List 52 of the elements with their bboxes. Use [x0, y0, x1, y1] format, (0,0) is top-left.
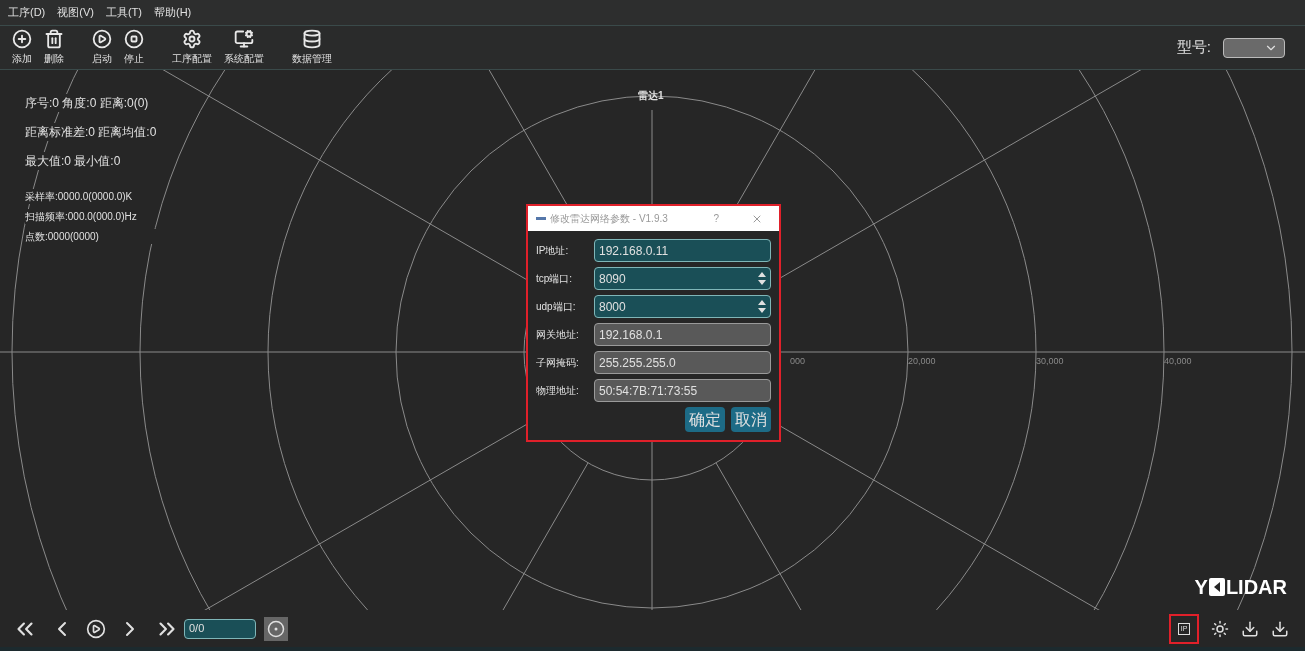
- spinner-arrows-icon: [758, 272, 766, 285]
- dialog-button[interactable]: 确定: [685, 407, 725, 432]
- readout-text: 距离标准差:0 距离均值:0: [25, 123, 157, 141]
- input-field[interactable]: 8000: [594, 295, 771, 318]
- menu-item[interactable]: 帮助(H): [154, 4, 192, 21]
- toolbar-button[interactable]: 添加: [12, 29, 32, 66]
- position-field[interactable]: 0/0: [184, 618, 256, 639]
- input-field[interactable]: 8090: [594, 267, 771, 290]
- model-dropdown[interactable]: [1223, 37, 1285, 58]
- toolbar-button[interactable]: 数据管理: [292, 29, 332, 66]
- toolbar-button[interactable]: 系统配置: [224, 29, 264, 66]
- menu-item[interactable]: 视图(V): [57, 4, 94, 21]
- axis-label: 000: [790, 356, 806, 366]
- play-icon: [86, 618, 106, 639]
- field-label: 子网掩码:: [536, 356, 580, 370]
- app-icon: [536, 217, 546, 220]
- stat-text: 点数:0000(0000): [25, 229, 157, 244]
- field-label: tcp端口:: [536, 272, 574, 286]
- database-icon: [302, 29, 322, 49]
- brightness-icon: [1211, 619, 1229, 638]
- field-label: udp端口:: [536, 300, 577, 314]
- download-icon: [1241, 619, 1259, 638]
- add-icon: [12, 29, 32, 49]
- toolbar-button[interactable]: 工序配置: [172, 29, 212, 66]
- axis-label: 40,000: [1164, 356, 1192, 366]
- gear-icon: [182, 29, 202, 49]
- monitor-icon: [234, 29, 254, 49]
- play-icon: [92, 29, 112, 49]
- dialog-button[interactable]: 取消: [731, 407, 771, 432]
- download-icon: [1271, 619, 1289, 638]
- menu-item[interactable]: 工具(T): [105, 4, 142, 21]
- toolbar-button[interactable]: 删除: [44, 29, 64, 66]
- brand-logo: Y LIDAR: [1194, 575, 1287, 600]
- field-label: IP地址:: [536, 244, 570, 258]
- radar-title: 雷达1: [638, 89, 664, 103]
- field-label: 网关地址:: [536, 328, 580, 342]
- input-field[interactable]: 192.168.0.1: [594, 323, 771, 346]
- axis-label: 20,000: [908, 356, 936, 366]
- spinner-arrows-icon: [758, 300, 766, 313]
- input-field[interactable]: 255.255.255.0: [594, 351, 771, 374]
- axis-label: 30,000: [1036, 356, 1064, 366]
- menu-item[interactable]: 工序(D): [8, 4, 46, 21]
- dialog-title: 修改雷达网络参数 - V1.9.3: [550, 212, 668, 226]
- record-button[interactable]: [264, 616, 288, 641]
- input-field[interactable]: 50:54:7B:71:73:55: [594, 379, 771, 402]
- model-label: 型号:: [1176, 37, 1211, 58]
- toolbar-button[interactable]: 停止: [124, 29, 144, 66]
- input-field[interactable]: 192.168.0.11: [594, 239, 771, 262]
- trash-icon: [44, 29, 64, 49]
- stop-icon: [124, 29, 144, 49]
- toolbar-button[interactable]: 启动: [92, 29, 112, 66]
- field-label: 物理地址:: [536, 384, 580, 398]
